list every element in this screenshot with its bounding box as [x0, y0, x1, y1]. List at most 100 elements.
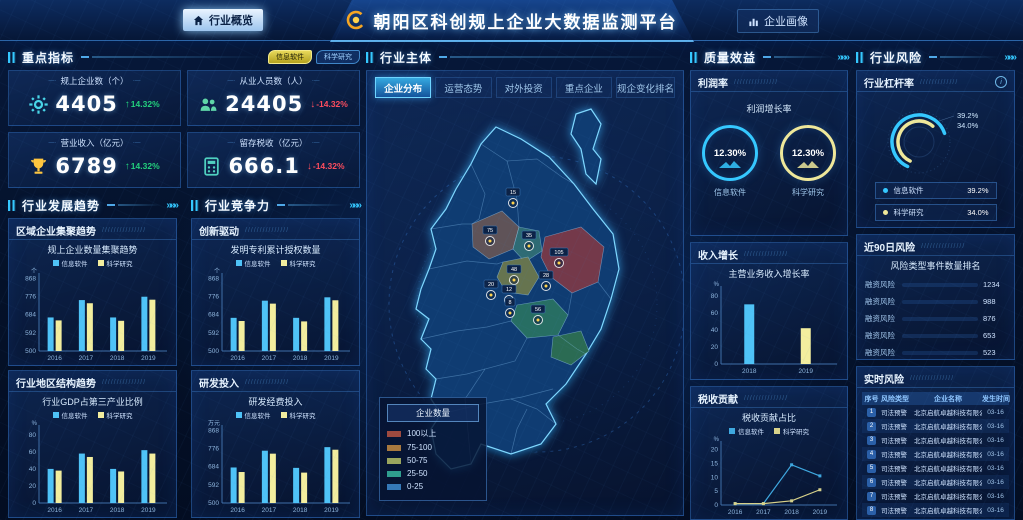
stat-delta-value: -14.32% — [313, 161, 345, 171]
risk-type-label: 融资风险 — [865, 330, 897, 341]
company-name-cell: 北京启航卓越科技有限公司 — [914, 407, 982, 417]
gauge-mountain-icon — [797, 155, 819, 173]
legend-item: 科学研究 — [281, 258, 316, 267]
trend-down-icon: ↓ — [310, 99, 315, 110]
legend-swatch — [236, 412, 242, 418]
table-row[interactable]: 7司法预警北京启航卓越科技有限公司03-16 — [862, 489, 1009, 503]
stat-card[interactable]: 营业收入（亿元）6789↑14.32% — [8, 132, 181, 188]
risk90-subtitle: 近90日风险 — [864, 239, 915, 254]
slashes-decor: ///////////// — [920, 79, 995, 86]
slashes-decor: /////////////// — [102, 379, 169, 386]
row-index-badge: 7 — [867, 492, 876, 501]
risk-type-label: 融资风险 — [865, 296, 897, 307]
filter-badge-sci-research[interactable]: 科学研究 — [316, 50, 360, 64]
table-row[interactable]: 1司法预警北京启航卓越科技有限公司03-16 — [862, 405, 1009, 419]
risk90-chart-title: 风险类型事件数量排名 — [857, 259, 1014, 272]
table-row[interactable]: 6司法预警北京启航卓越科技有限公司03-16 — [862, 475, 1009, 489]
info-icon[interactable]: i — [995, 76, 1007, 88]
tab-1[interactable]: 企业分布 — [375, 77, 431, 98]
tab-2[interactable]: 运营态势 — [435, 77, 491, 98]
svg-text:868: 868 — [25, 275, 36, 282]
rank-bar-track — [902, 300, 978, 304]
table-row[interactable]: 3司法预警北京启航卓越科技有限公司03-16 — [862, 433, 1009, 447]
company-name-cell: 北京启航卓越科技有限公司 — [914, 421, 982, 431]
date-cell: 03-16 — [982, 465, 1009, 472]
chart-canvas: %051015202016201720182019 — [699, 435, 839, 517]
leverage-subtitle: 行业杠杆率 — [864, 75, 914, 90]
svg-text:75: 75 — [487, 228, 493, 234]
industry-trend-title: 行业发展趋势 — [22, 197, 100, 214]
table-row[interactable]: 8司法预警北京启航卓越科技有限公司03-16 — [862, 503, 1009, 517]
table-row[interactable]: 4司法预警北京启航卓越科技有限公司03-16 — [862, 447, 1009, 461]
gdp-subtitle: 行业地区结构趋势 — [16, 375, 96, 390]
svg-text:2016: 2016 — [47, 507, 62, 514]
row-index-badge: 5 — [867, 464, 876, 473]
tab-3[interactable]: 对外投资 — [496, 77, 552, 98]
risk-rank-row[interactable]: 融资风险988 — [865, 293, 1006, 310]
svg-text:2019: 2019 — [813, 509, 828, 516]
risk-rank-row[interactable]: 融资风险653 — [865, 327, 1006, 344]
section-divider — [81, 56, 263, 58]
stat-card[interactable]: 留存税收（亿元）666.1↓-14.32% — [187, 132, 360, 188]
panel-risk90: 近90日风险/////////////// 风险类型事件数量排名 融资风险123… — [856, 234, 1015, 360]
row-index-badge: 1 — [867, 408, 876, 417]
innovation-subtitle: 创新驱动 — [199, 223, 239, 238]
legend-swatch — [387, 471, 401, 477]
expand-arrows-icon[interactable]: »»» — [349, 200, 360, 211]
slashes-decor: /////////////// — [245, 379, 352, 386]
expand-arrows-icon[interactable]: »»» — [1004, 52, 1015, 63]
top-header: 行业概览 朝阳区科创规上企业大数据监测平台 企业画像 — [0, 0, 1023, 41]
competitiveness-title: 行业竞争力 — [205, 197, 270, 214]
map-legend-item: 75-100 — [387, 443, 479, 452]
chart-canvas: 个5005926847768682016201720182019 — [200, 267, 352, 363]
svg-text:2019: 2019 — [141, 507, 156, 514]
table-header-cell: 企业名称 — [914, 394, 982, 404]
stat-card[interactable]: 从业人员数（人）24405↓-14.32% — [187, 70, 360, 126]
section-bars-icon — [856, 52, 865, 63]
rank-bar-track — [902, 283, 978, 287]
expand-arrows-icon[interactable]: »»» — [166, 200, 177, 211]
stat-card-body: 666.1↓-14.32% — [194, 154, 353, 178]
row-index-cell: 2 — [862, 422, 881, 431]
chart-rnd: 研发经费投入信息软件科学研究万元500592684776868201620172… — [192, 395, 359, 515]
risk-rank-row[interactable]: 融资风险523 — [865, 344, 1006, 361]
map-legend-title: 企业数量 — [387, 404, 479, 422]
gauge-label: 科学研究 — [792, 187, 824, 198]
risk-rank-row[interactable]: 融资风险1234 — [865, 276, 1006, 293]
chart-title: 税收贡献占比 — [691, 411, 847, 424]
tab-4[interactable]: 重点企业 — [556, 77, 612, 98]
legend-label: 信息软件 — [894, 185, 962, 196]
stat-card-label: 规上企业数（个） — [15, 75, 174, 87]
table-row[interactable]: 2司法预警北京启航卓越科技有限公司03-16 — [862, 419, 1009, 433]
leverage-gauge: 39.2%34.0% — [861, 96, 1011, 178]
svg-text:776: 776 — [208, 446, 219, 453]
chart-canvas: 万元5005926847768682016201720182019 — [200, 419, 352, 515]
tab-5[interactable]: 规企变化排名 — [616, 77, 675, 98]
legend-label: 科学研究 — [107, 410, 133, 420]
svg-text:2019: 2019 — [799, 368, 814, 375]
filter-badge-info-software[interactable]: 信息软件 — [268, 50, 312, 64]
nav-industry-overview[interactable]: 行业概览 — [183, 9, 263, 31]
svg-text:2018: 2018 — [784, 509, 799, 516]
stat-card-body: 4405↑14.32% — [15, 92, 174, 116]
svg-text:500: 500 — [25, 348, 36, 355]
chart-legend: 信息软件 科学研究 — [192, 410, 359, 419]
legend-label: 科学研究 — [290, 410, 316, 420]
svg-text:个: 个 — [213, 268, 219, 275]
nav-enterprise-portrait[interactable]: 企业画像 — [737, 9, 819, 33]
chart-legend: 信息软件科学研究 — [192, 258, 359, 267]
svg-text:10: 10 — [711, 474, 719, 481]
table-row[interactable]: 5司法预警北京启航卓越科技有限公司03-16 — [862, 461, 1009, 475]
expand-arrows-icon[interactable]: »»» — [837, 52, 848, 63]
risk-rank-row[interactable]: 融资风险876 — [865, 310, 1006, 327]
legend-label: 信息软件 — [245, 410, 271, 420]
section-bars-icon — [8, 200, 17, 211]
stat-value: 6789 — [55, 154, 117, 178]
stat-card-body: 24405↓-14.32% — [194, 92, 353, 116]
stat-delta-value: 14.32% — [131, 99, 160, 109]
profit-subtitle: 利润率 — [698, 75, 728, 90]
legend-swatch — [98, 260, 104, 266]
stat-card[interactable]: 规上企业数（个） 4405↑14.32% — [8, 70, 181, 126]
svg-text:20: 20 — [488, 282, 494, 288]
legend-swatch — [729, 428, 735, 434]
